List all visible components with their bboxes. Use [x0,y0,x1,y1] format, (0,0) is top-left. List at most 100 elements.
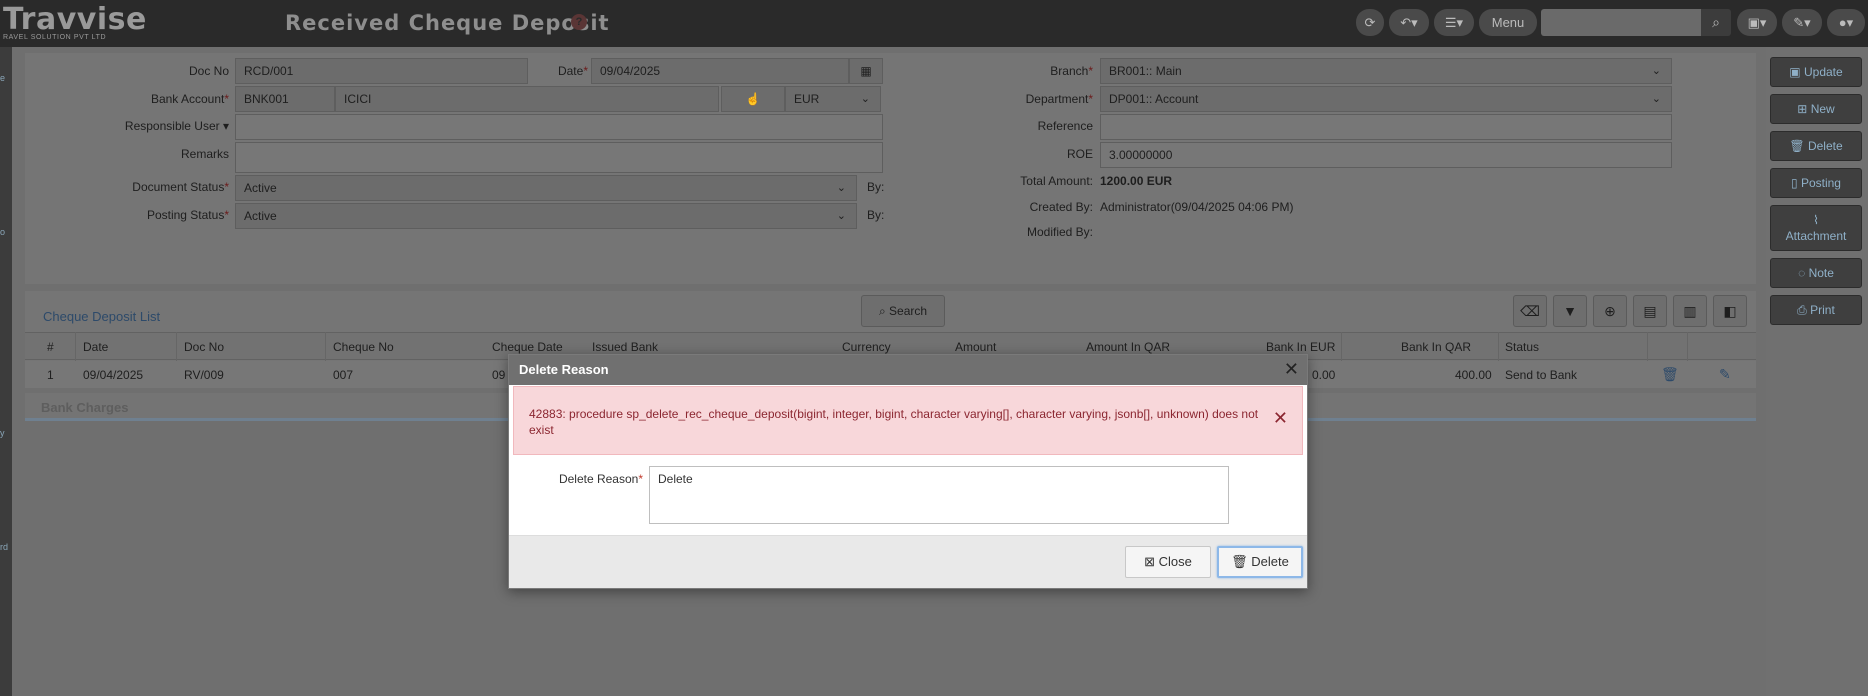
reference-field[interactable] [1100,114,1672,140]
sidebar-letter[interactable]: e [0,73,5,83]
print-button[interactable]: ⎙ Print [1770,295,1862,325]
col-header: Cheque Date [492,340,563,354]
delete-reason-label: Delete Reason* [558,472,643,486]
document-status-label-text: Document Status [132,180,225,194]
col-header: Amount [955,340,997,354]
search-icon[interactable]: ⌕ [1701,9,1731,36]
sidebar-letter[interactable]: y [0,428,5,438]
responsible-user-field[interactable] [235,114,883,140]
responsible-user-label[interactable]: Responsible User ▾ [65,119,229,133]
zoom-in-icon[interactable]: ⊕ [1593,295,1627,327]
list-menu-icon[interactable]: ☰▾ [1434,9,1474,36]
global-search-input[interactable] [1541,9,1701,36]
doc-no-label: Doc No [188,64,229,78]
modal-header: Delete Reason ✕ [509,355,1307,385]
close-icon[interactable]: ✕ [1284,359,1299,379]
col-header: Amount In QAR [1086,340,1171,354]
date-label: Date* [557,64,588,78]
attachment-button[interactable]: ⌇ Attachment [1770,205,1862,251]
trash-icon: 🗑 [1789,139,1805,153]
document-status-label: Document Status* [132,180,229,194]
chevron-down-icon: ⌄ [836,210,846,222]
help-icon[interactable]: ? [571,14,587,30]
col-header: Doc No [184,340,225,354]
plus-icon: ⊞ [1797,102,1808,116]
confirm-delete-button[interactable]: 🗑 Delete [1217,546,1303,578]
posting-button[interactable]: ▯ Posting [1770,168,1862,198]
attachment-label: Attachment [1785,229,1847,243]
sidebar-letter[interactable]: o [0,227,5,237]
created-by-value: Administrator(09/04/2025 04:06 PM) [1100,200,1294,214]
bank-account-label-text: Bank Account [150,92,225,106]
close-button[interactable]: ⊠ Close [1125,546,1211,578]
posting-status-select[interactable]: Active ⌄ [235,203,857,229]
theme-brush-icon[interactable]: ✎▾ [1782,9,1822,36]
new-button[interactable]: ⊞ New [1770,94,1862,124]
header-form: Doc No RCD/001 Date* 09/04/2025 ▦ Bank A… [25,53,1756,284]
posting-status-by-label: By: [867,208,885,222]
close-icon[interactable]: ✕ [1273,409,1288,427]
list-search-button[interactable]: ⌕ Search [861,295,945,327]
branch-select[interactable]: BR001:: Main ⌄ [1100,58,1672,84]
total-amount-label: Total Amount: [1020,174,1093,188]
calendar-icon[interactable]: ▦ [849,58,883,84]
error-message: 42883: procedure sp_delete_rec_cheque_de… [529,407,1259,437]
doc-no-field[interactable]: RCD/001 [235,58,528,84]
col-header: Bank In EUR [1266,340,1336,354]
note-button[interactable]: ◌ Note [1770,258,1862,288]
row-number: 1 [47,368,54,382]
delete-reason-textarea[interactable]: Delete [649,466,1229,524]
row-bank-in-qar: 400.00 [1455,368,1492,382]
bank-charges-title: Bank Charges [41,400,129,415]
print-label: Print [1810,303,1835,317]
history-icon[interactable]: ↶▾ [1389,9,1429,36]
user-icon[interactable]: ●▾ [1827,9,1865,36]
department-select[interactable]: DP001:: Account ⌄ [1100,86,1672,112]
refresh-icon[interactable]: ⟳ [1356,9,1384,36]
document-switch-icon[interactable]: ▣▾ [1737,9,1777,36]
date-label-text: Date [557,64,584,78]
list-title: Cheque Deposit List [43,309,161,324]
pointer-hand-icon[interactable]: ☝ [721,86,785,112]
pdf-icon[interactable]: ▤ [1633,295,1667,327]
bank-account-name-field[interactable]: ICICI [335,86,719,112]
currency-value: EUR [794,92,820,106]
document-status-select[interactable]: Active ⌄ [235,175,857,201]
close-box-icon: ⊠ [1144,554,1156,569]
reference-label: Reference [1037,119,1093,133]
app-logo[interactable]: Travvise RAVEL SOLUTION PVT LTD [3,4,147,42]
roe-field[interactable]: 3.00000000 [1100,142,1672,168]
menu-button[interactable]: Menu [1479,9,1537,36]
date-field[interactable]: 09/04/2025 [591,58,849,84]
chevron-down-icon: ⌄ [836,182,846,194]
eraser-icon[interactable]: ⌫ [1513,295,1547,327]
edit-pencil-icon[interactable]: ✎ [1719,366,1731,383]
new-label: New [1810,102,1835,116]
branch-label-text: Branch [1050,64,1089,78]
trash-icon[interactable]: 🗑 [1661,366,1679,383]
filter-icon[interactable]: ▼ [1553,295,1587,327]
delete-button[interactable]: 🗑 Delete [1770,131,1862,161]
excel-icon[interactable]: ▥ [1673,295,1707,327]
remarks-field[interactable] [235,142,883,173]
posting-status-value: Active [244,209,277,223]
search-icon: ⌕ [878,304,886,318]
delete-label: Delete [1807,139,1843,153]
row-cheque-no: 007 [333,368,354,382]
bank-account-code-field[interactable]: BNK001 [235,86,335,112]
currency-select[interactable]: EUR ⌄ [785,86,881,112]
sidebar-letter[interactable]: rd [0,542,8,552]
action-panel: ▣ Update ⊞ New 🗑 Delete ▯ Posting ⌇ Attac… [1766,47,1868,696]
posting-status-label-text: Posting Status [146,208,225,222]
list-search-label: Search [889,304,928,318]
document-status-by-label: By: [867,180,885,194]
confirm-delete-label: Delete [1251,554,1289,569]
error-alert: 42883: procedure sp_delete_rec_cheque_de… [513,386,1303,455]
columns-icon[interactable]: ◧ [1713,295,1747,327]
branch-label: Branch* [1050,64,1093,78]
update-button[interactable]: ▣ Update [1770,57,1862,87]
top-bar: Travvise RAVEL SOLUTION PVT LTD Received… [0,0,1868,47]
total-amount-value: 1200.00 EUR [1100,174,1173,188]
roe-label: ROE [1066,147,1093,161]
col-header: Date [83,340,109,354]
